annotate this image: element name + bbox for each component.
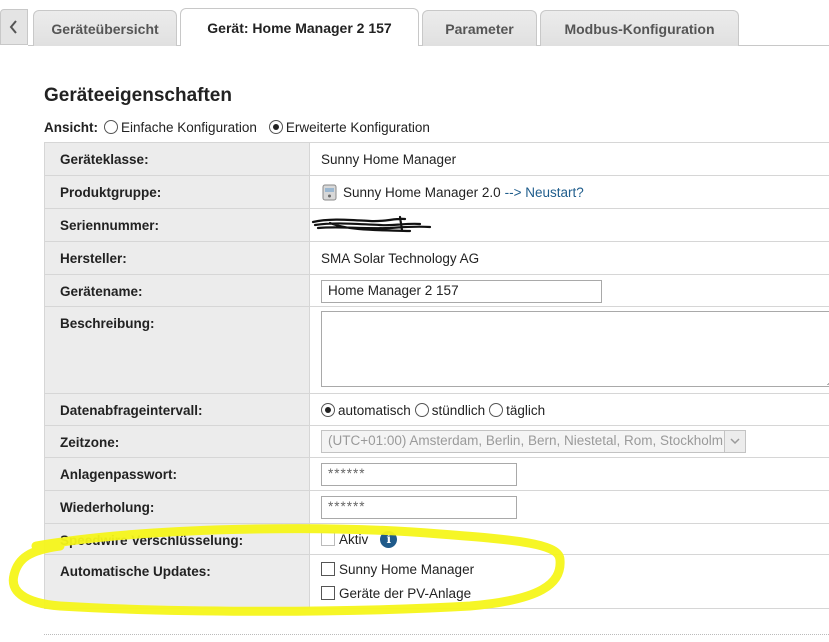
product-group-value: Sunny Home Manager 2.0 <box>343 184 501 200</box>
radio-hourly[interactable] <box>414 403 429 417</box>
row-product-group: Produktgruppe: Sunny Home Manager 2.0 --… <box>44 175 829 209</box>
system-password-input[interactable]: ****** <box>321 463 517 486</box>
tab-device[interactable]: Gerät: Home Manager 2 157 <box>180 8 419 46</box>
device-class-value: Sunny Home Manager <box>309 142 829 176</box>
tab-bar: Geräteübersicht Gerät: Home Manager 2 15… <box>0 0 829 46</box>
row-auto-updates: Automatische Updates: Sunny Home Manager… <box>44 554 829 609</box>
interval-option-automatic[interactable]: automatisch <box>338 403 411 418</box>
checkbox-update-home-manager[interactable] <box>321 562 335 576</box>
row-device-name: Gerätename: Home Manager 2 157 <box>44 274 829 307</box>
view-label: Ansicht: <box>44 119 98 135</box>
tab-modbus-config[interactable]: Modbus-Konfiguration <box>540 10 739 46</box>
product-group-label: Produktgruppe: <box>44 175 310 209</box>
view-selector: Ansicht: Einfache Konfiguration Erweiter… <box>44 118 442 136</box>
restart-link[interactable]: --> Neustart? <box>505 185 584 200</box>
repeat-password-label: Wiederholung: <box>44 490 310 524</box>
manufacturer-label: Hersteller: <box>44 241 310 275</box>
description-label: Beschreibung: <box>44 306 310 394</box>
timezone-label: Zeitzone: <box>44 425 310 458</box>
speedwire-label: Speedwire Verschlüsselung: <box>44 523 310 555</box>
speedwire-checkbox[interactable] <box>321 532 335 546</box>
view-option-simple[interactable]: Einfache Konfiguration <box>121 120 257 135</box>
row-manufacturer: Hersteller: SMA Solar Technology AG <box>44 241 829 275</box>
chevron-down-icon[interactable] <box>724 431 745 452</box>
radio-simple-config[interactable] <box>104 120 118 134</box>
update-home-manager-label[interactable]: Sunny Home Manager <box>339 562 474 577</box>
auto-updates-label: Automatische Updates: <box>44 554 310 609</box>
row-timezone: Zeitzone: (UTC+01:00) Amsterdam, Berlin,… <box>44 425 829 458</box>
row-system-password: Anlagenpasswort: ****** <box>44 457 829 491</box>
update-pv-devices-label[interactable]: Geräte der PV-Anlage <box>339 586 471 601</box>
radio-advanced-config[interactable] <box>268 120 283 134</box>
home-manager-device-icon <box>322 184 337 201</box>
checkbox-update-pv-devices[interactable] <box>321 586 335 600</box>
description-textarea[interactable] <box>321 311 829 387</box>
row-repeat-password: Wiederholung: ****** <box>44 490 829 524</box>
chevron-left-icon <box>9 20 17 34</box>
row-serial: Seriennummer: <box>44 208 829 242</box>
speedwire-option-label: Aktiv <box>339 531 369 547</box>
info-icon[interactable]: i <box>380 530 398 548</box>
timezone-value: (UTC+01:00) Amsterdam, Berlin, Bern, Nie… <box>328 433 724 448</box>
row-query-interval: Datenabfrageintervall: automatisch stünd… <box>44 393 829 426</box>
view-option-advanced[interactable]: Erweiterte Konfiguration <box>286 120 430 135</box>
system-password-label: Anlagenpasswort: <box>44 457 310 491</box>
repeat-password-input[interactable]: ****** <box>321 496 517 519</box>
device-class-label: Geräteklasse: <box>44 142 310 176</box>
manufacturer-value: SMA Solar Technology AG <box>309 241 829 275</box>
device-name-label: Gerätename: <box>44 274 310 307</box>
back-button[interactable] <box>0 9 28 45</box>
redacted-serial-scribble <box>311 215 432 233</box>
interval-option-hourly[interactable]: stündlich <box>432 403 485 418</box>
query-interval-label: Datenabfrageintervall: <box>44 393 310 426</box>
properties-table: Geräteklasse: Sunny Home Manager Produkt… <box>44 142 829 609</box>
radio-daily[interactable] <box>489 403 504 417</box>
bottom-divider <box>44 634 829 635</box>
page-title: Geräteeigenschaften <box>44 85 232 106</box>
tab-parameter[interactable]: Parameter <box>422 10 537 46</box>
serial-label: Seriennummer: <box>44 208 310 242</box>
row-speedwire: Speedwire Verschlüsselung: Aktiv i <box>44 523 829 555</box>
row-description: Beschreibung: <box>44 306 829 394</box>
timezone-select[interactable]: (UTC+01:00) Amsterdam, Berlin, Bern, Nie… <box>321 430 746 453</box>
radio-automatic[interactable] <box>321 403 335 417</box>
tab-device-overview[interactable]: Geräteübersicht <box>33 10 177 46</box>
device-name-input[interactable]: Home Manager 2 157 <box>321 280 602 303</box>
row-device-class: Geräteklasse: Sunny Home Manager <box>44 142 829 176</box>
interval-option-daily[interactable]: täglich <box>506 403 545 418</box>
